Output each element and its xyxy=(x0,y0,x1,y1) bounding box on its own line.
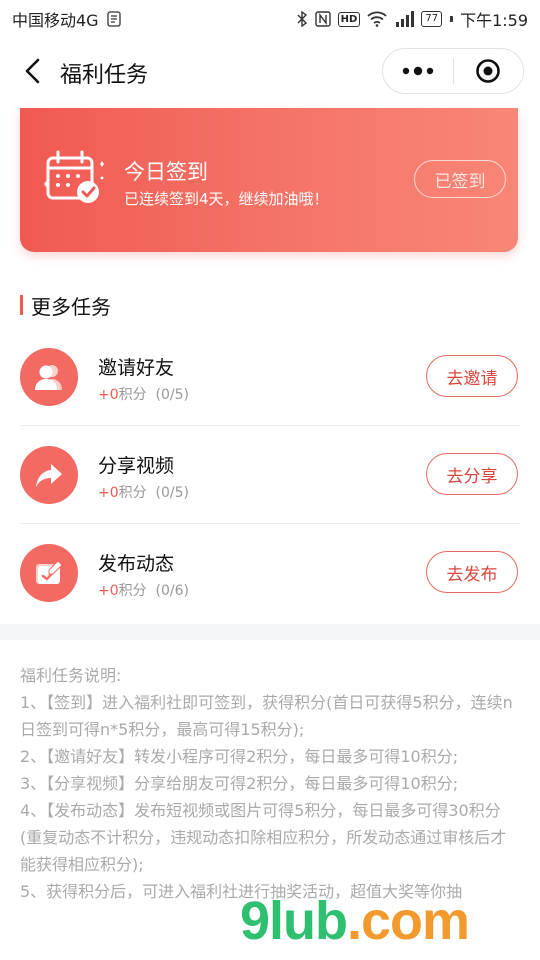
page-title: 福利任务 xyxy=(60,63,149,88)
section-accent-bar xyxy=(20,295,23,315)
battery-icon: 77 xyxy=(421,11,443,27)
nfc-icon xyxy=(314,11,331,27)
description-title: 福利任务说明: xyxy=(20,666,122,685)
status-time: 下午1:59 xyxy=(460,11,528,30)
wifi-icon xyxy=(367,11,387,27)
invite-friends-icon xyxy=(20,348,78,406)
task-meta: +0积分 (0/6) xyxy=(98,580,189,600)
site-watermark: 9lub.com xyxy=(240,890,470,952)
carrier-label: 中国移动4G xyxy=(12,11,99,30)
task-name: 邀请好友 xyxy=(98,357,175,379)
task-progress: (0/5) xyxy=(155,485,190,501)
post-button[interactable]: 去发布 xyxy=(426,551,518,593)
task-points: +0 xyxy=(98,485,119,501)
nav-bar: 福利任务 xyxy=(0,38,540,106)
watermark-part2: .com xyxy=(347,891,470,951)
back-button[interactable] xyxy=(18,56,48,86)
task-progress: (0/6) xyxy=(155,583,190,599)
section-separator xyxy=(0,624,540,640)
task-name: 发布动态 xyxy=(98,553,175,575)
target-close-icon xyxy=(476,59,501,83)
task-name: 分享视频 xyxy=(98,455,175,477)
task-meta: +0积分 (0/5) xyxy=(98,482,189,502)
checkin-title: 今日签到 xyxy=(124,160,208,184)
post-icon xyxy=(20,544,78,602)
more-menu-button[interactable] xyxy=(383,49,453,93)
description-item: 3、【分享视频】分享给朋友可得2积分，每日最多可得10积分; xyxy=(20,774,459,793)
sim-icon xyxy=(106,11,122,27)
status-bar: 中国移动4G HD 77 下午1:59 xyxy=(0,0,540,38)
task-points: +0 xyxy=(98,387,119,403)
task-item-share: 分享视频 +0积分 (0/5) 去分享 xyxy=(20,426,520,524)
checked-in-button[interactable]: 已签到 xyxy=(414,160,506,198)
task-points-unit: 积分 xyxy=(118,387,147,403)
task-meta: +0积分 (0/5) xyxy=(98,384,189,404)
signal-icon xyxy=(394,11,415,27)
hd-icon: HD xyxy=(337,11,361,27)
task-progress: (0/5) xyxy=(155,387,190,403)
section-title: 更多任务 xyxy=(31,294,111,319)
description-item: 2、【邀请好友】转发小程序可得2积分，每日最多可得10积分; xyxy=(20,747,459,766)
battery-tip xyxy=(450,16,454,22)
task-points: +0 xyxy=(98,583,119,599)
description-item: 4、【发布动态】发布短视频或图片可得5积分，每日最多可得30积分(重复动态不计积… xyxy=(20,801,507,874)
description-item: 1、【签到】进入福利社即可签到，获得积分(首日可获得5积分，连续n日签到可得n*… xyxy=(20,693,513,739)
bluetooth-icon xyxy=(296,11,308,27)
battery-level: 77 xyxy=(425,13,439,24)
invite-button[interactable]: 去邀请 xyxy=(426,355,518,397)
calendar-check-icon xyxy=(40,144,110,214)
chevron-left-icon xyxy=(25,58,40,84)
share-icon xyxy=(20,446,78,504)
task-points-unit: 积分 xyxy=(118,485,147,501)
checkin-card: 今日签到 已连续签到4天，继续加油哦！ 已签到 xyxy=(20,108,518,252)
miniprogram-capsule xyxy=(382,48,524,94)
close-miniprogram-button[interactable] xyxy=(454,49,524,93)
task-points-unit: 积分 xyxy=(118,583,147,599)
watermark-part1: 9lub xyxy=(240,891,348,951)
task-description: 福利任务说明: 1、【签到】进入福利社即可签到，获得积分(首日可获得5积分，连续… xyxy=(20,662,520,905)
task-item-post: 发布动态 +0积分 (0/6) 去发布 xyxy=(20,524,520,622)
checkin-subtitle: 已连续签到4天，继续加油哦！ xyxy=(124,190,329,208)
share-button[interactable]: 去分享 xyxy=(426,453,518,495)
task-item-invite: 邀请好友 +0积分 (0/5) 去邀请 xyxy=(20,328,520,426)
more-dots-icon xyxy=(402,66,433,76)
section-header: 更多任务 xyxy=(20,292,111,319)
